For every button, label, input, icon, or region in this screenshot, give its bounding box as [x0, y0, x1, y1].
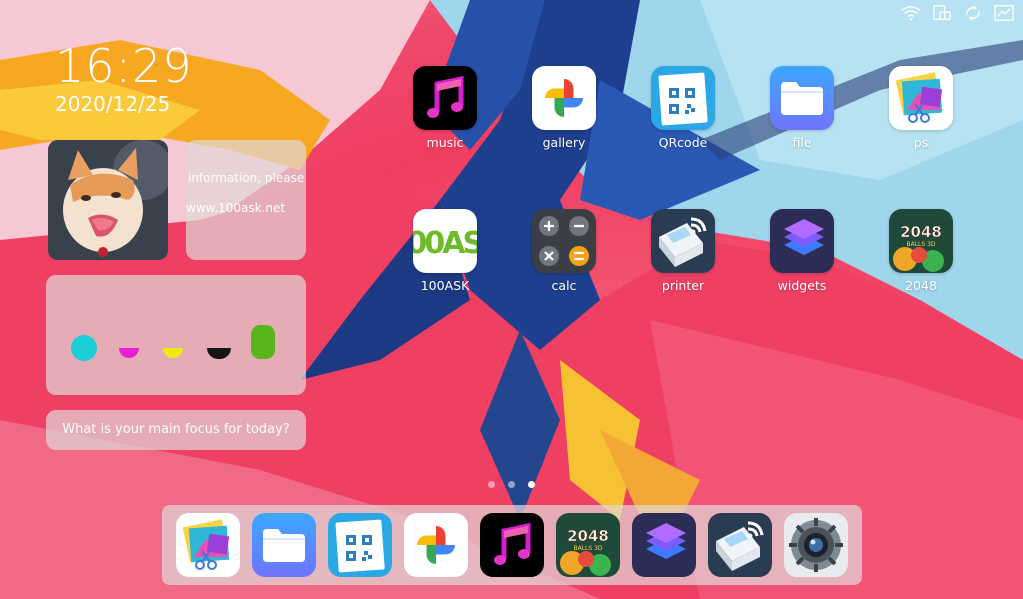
cyan-color-dot[interactable] [71, 335, 97, 361]
app-2048[interactable]: 2048 BALLS 3D 2048 [871, 209, 971, 293]
clock-time: 16:29 [55, 39, 193, 93]
app-label: ps [913, 135, 929, 150]
dock-qrcode-icon[interactable] [328, 513, 392, 577]
svg-text:BALLS 3D: BALLS 3D [906, 241, 935, 248]
app-qrcode[interactable]: QRcode [633, 66, 733, 150]
chart-icon[interactable] [993, 4, 1015, 22]
dock-widgets-icon[interactable] [632, 513, 696, 577]
100ask-icon: 100ASK [413, 209, 477, 273]
game-2048-icon: 2048 BALLS 3D [889, 209, 953, 273]
svg-text:BALLS 3D: BALLS 3D [573, 545, 602, 552]
dock-ps-icon[interactable] [176, 513, 240, 577]
app-file[interactable]: file [752, 66, 852, 150]
black-color-dot[interactable] [207, 348, 231, 359]
app-label: music [426, 135, 464, 150]
dock-music-icon[interactable] [480, 513, 544, 577]
green-color-dot[interactable] [251, 325, 275, 359]
app-label: file [792, 135, 812, 150]
app-label: calc [551, 278, 577, 293]
app-label: gallery [542, 135, 586, 150]
status-bar [900, 4, 1015, 22]
dock-gallery-icon[interactable] [404, 513, 468, 577]
photo-editor-icon [889, 66, 953, 130]
app-ps[interactable]: ps [871, 66, 971, 150]
focus-input[interactable]: What is your main focus for today? [46, 410, 306, 450]
color-widget[interactable] [46, 275, 306, 395]
app-label: QRcode [658, 135, 708, 150]
calculator-icon [532, 209, 596, 273]
info-widget[interactable]: information, please www.100ask.net [186, 140, 306, 260]
gallery-icon [532, 66, 596, 130]
music-icon [413, 66, 477, 130]
app-label: widgets [777, 278, 827, 293]
info-text: information, please [188, 171, 305, 185]
app-printer[interactable]: printer [633, 209, 733, 293]
dock-settings-icon[interactable] [784, 513, 848, 577]
yellow-color-dot[interactable] [163, 348, 183, 358]
screen-rotate-icon[interactable] [931, 4, 953, 22]
dock-printer-icon[interactable] [708, 513, 772, 577]
info-url[interactable]: www.100ask.net [186, 201, 285, 215]
folder-icon [770, 66, 834, 130]
app-gallery[interactable]: gallery [514, 66, 614, 150]
app-calc[interactable]: calc [514, 209, 614, 293]
app-100ask[interactable]: 100ASK 100ASK [395, 209, 495, 293]
wifi-icon[interactable] [900, 4, 922, 22]
clock-date: 2020/12/25 [55, 92, 171, 116]
magenta-color-dot[interactable] [119, 348, 139, 358]
page-indicator[interactable] [488, 481, 535, 488]
app-label: 100ASK [420, 278, 470, 293]
app-label: printer [661, 278, 705, 293]
dock: 2048 BALLS 3D [162, 505, 862, 585]
svg-text:2048: 2048 [900, 223, 942, 241]
widgets-icon [770, 209, 834, 273]
dock-file-icon[interactable] [252, 513, 316, 577]
app-music[interactable]: music [395, 66, 495, 150]
photo-widget[interactable] [48, 140, 168, 260]
page-dot[interactable] [508, 481, 515, 488]
cat-photo [48, 140, 168, 260]
qrcode-icon [651, 66, 715, 130]
page-dot-active[interactable] [528, 481, 535, 488]
app-label: 2048 [905, 278, 937, 293]
printer-icon [651, 209, 715, 273]
page-dot[interactable] [488, 481, 495, 488]
dock-2048-icon[interactable]: 2048 BALLS 3D [556, 513, 620, 577]
app-widgets[interactable]: widgets [752, 209, 852, 293]
svg-text:2048: 2048 [567, 527, 609, 545]
svg-text:100ASK: 100ASK [413, 226, 477, 261]
sync-icon[interactable] [962, 4, 984, 22]
